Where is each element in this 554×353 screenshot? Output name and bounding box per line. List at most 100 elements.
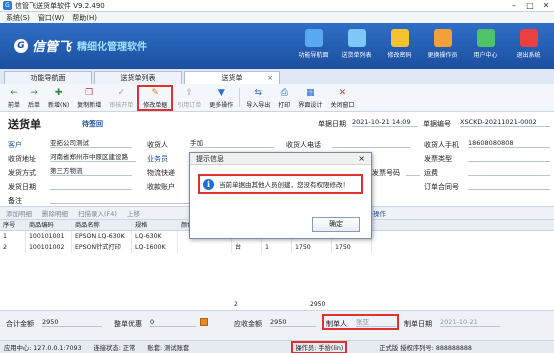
- doc-date-field[interactable]: 2021-10-21 14:09: [352, 117, 418, 127]
- toolbar-divider: [239, 88, 241, 107]
- print-button[interactable]: ⎙ 打印: [274, 85, 294, 111]
- invoice-no-field[interactable]: [406, 166, 420, 176]
- col-spec[interactable]: 规格: [132, 220, 178, 230]
- close-tab-button[interactable]: ✕ 关闭窗口: [326, 85, 358, 111]
- doc-no-label: 单据编号: [423, 120, 451, 128]
- globe-icon: [476, 29, 495, 47]
- connection-status: 连接状态: 正常: [93, 344, 136, 352]
- receiver-phone-field[interactable]: [332, 138, 410, 148]
- table-row[interactable]: 2 100101002 EPSON针式打印 LQ-1600K 台 1 1750 …: [0, 242, 554, 253]
- info-icon: i: [203, 178, 214, 190]
- freight-label: 运费: [424, 169, 438, 177]
- top-nav: 功能导航面 送货单列表 修改密码 更换操作员 用户中心 退出系统: [292, 25, 550, 59]
- approve-button[interactable]: ✓ 审核开单: [105, 85, 137, 111]
- order-no-label: 订单合同号: [424, 183, 459, 191]
- nav-switch-operator[interactable]: 更换操作员: [421, 25, 464, 59]
- menu-system[interactable]: 系统(S): [6, 13, 30, 23]
- tab-delivery-note[interactable]: 送货单 ×: [184, 71, 280, 84]
- discount-label: 整单优惠: [114, 320, 142, 328]
- next-doc-button[interactable]: → 后单: [24, 85, 44, 111]
- customer-field[interactable]: 亚拓公司测试: [50, 138, 132, 148]
- nav-exit[interactable]: 退出系统: [507, 25, 550, 59]
- menu-help[interactable]: 帮助(H): [72, 13, 97, 23]
- window-title: 信管飞送货单软件 V9.2.490: [15, 1, 105, 10]
- total-amount: 2950: [310, 301, 326, 308]
- layout-icon: ▦: [306, 87, 315, 98]
- make-date-label: 制单日期: [404, 320, 432, 328]
- freight-field[interactable]: [468, 166, 550, 176]
- ship-date-field[interactable]: [50, 180, 132, 190]
- col-name[interactable]: 商品名称: [72, 220, 132, 230]
- user-icon: [433, 29, 452, 47]
- dialog-message-box: i 当前单据由其他人员创建，您没有权限修改！: [198, 174, 363, 194]
- ship-method-field[interactable]: 第三方物流: [50, 166, 132, 176]
- nav-change-password[interactable]: 修改密码: [378, 25, 421, 59]
- status-bar: 应用中心: 127.0.0.1:7093 连接状态: 正常 账套: 测试账套 操…: [0, 340, 554, 353]
- nav-user-center[interactable]: 用户中心: [464, 25, 507, 59]
- nav-function-panel[interactable]: 功能导航面: [292, 25, 335, 59]
- col-code[interactable]: 商品编码: [26, 220, 72, 230]
- operator-status: 操作员: 手拾(lin): [291, 340, 348, 353]
- brand-logo: G 信管飞 精细化管理软件: [14, 36, 147, 55]
- power-icon: [519, 29, 538, 47]
- import-export-icon: ⇆: [254, 87, 263, 98]
- total-label: 合计金额: [6, 320, 34, 328]
- brand-name: 信管飞: [32, 40, 72, 55]
- chevron-down-icon: ▼: [217, 87, 225, 98]
- app-banner: G 信管飞 精细化管理软件 功能导航面 送货单列表 修改密码 更换操作员 用户中…: [0, 23, 554, 69]
- form-title: 送货单: [8, 118, 41, 131]
- menu-bar: 系统(S) 窗口(W) 帮助(H): [0, 12, 554, 23]
- discount-field[interactable]: 0: [150, 317, 196, 327]
- ship-method-label: 发货方式: [8, 169, 36, 177]
- order-no-field[interactable]: [468, 180, 550, 190]
- total-qty: 2: [234, 301, 238, 308]
- tab-delivery-list[interactable]: 送货单列表: [94, 71, 182, 84]
- salesman-label: 业务员: [147, 155, 168, 163]
- doc-no-field[interactable]: XSCKD-20211021-0002: [460, 117, 550, 127]
- app-icon: G: [3, 1, 12, 10]
- contact-phone-field[interactable]: 18608080808: [468, 138, 550, 148]
- ok-button[interactable]: 确定: [312, 217, 360, 232]
- info-dialog: 提示信息 × i 当前单据由其他人员创建，您没有权限修改！ 确定: [189, 152, 372, 239]
- check-icon: ✓: [117, 87, 125, 98]
- address-field[interactable]: 河南省郑州市中原区建设路: [50, 152, 136, 162]
- customer-label: 客户: [8, 141, 22, 149]
- import-export-button[interactable]: ⇆ 导入导出: [242, 85, 274, 111]
- close-window-button[interactable]: ✕: [538, 1, 554, 10]
- delete-detail-button[interactable]: 删除明细: [42, 208, 68, 218]
- nav-delivery-list[interactable]: 送货单列表: [335, 25, 378, 59]
- title-bar: G 信管飞送货单软件 V9.2.490 – □ ✕: [0, 0, 554, 12]
- prev-doc-button[interactable]: ← 前单: [4, 85, 24, 111]
- total-field: 2950: [42, 317, 102, 327]
- brand-slogan: 精细化管理软件: [77, 42, 148, 53]
- maximize-button[interactable]: □: [522, 1, 538, 10]
- quote-order-button[interactable]: ⇪ 引用订单: [173, 85, 205, 111]
- ui-design-button[interactable]: ▦ 界面设计: [294, 85, 326, 111]
- tab-function-panel[interactable]: 功能导航面: [4, 71, 92, 84]
- move-up-button[interactable]: 上移: [127, 208, 140, 218]
- invoice-type-field[interactable]: [468, 152, 550, 162]
- more-actions-button[interactable]: ▼ 更多操作: [205, 85, 237, 111]
- tab-close-icon[interactable]: ×: [267, 72, 273, 84]
- dialog-close-icon[interactable]: ×: [358, 153, 365, 165]
- minimize-button[interactable]: –: [506, 1, 522, 10]
- copy-icon: ❐: [85, 87, 94, 98]
- receiver-label: 收货人: [147, 141, 168, 149]
- add-detail-button[interactable]: 添加明细: [6, 208, 32, 218]
- scan-input-button[interactable]: 扫描录入(F4): [78, 208, 117, 218]
- discount-checkbox[interactable]: [200, 318, 208, 326]
- copy-new-button[interactable]: ❐ 复制新增: [73, 85, 105, 111]
- plus-icon: ✚: [54, 87, 63, 98]
- printer-icon: ⎙: [280, 87, 288, 98]
- invoice-no-label: 发票号码: [372, 169, 400, 177]
- menu-window[interactable]: 窗口(W): [38, 13, 64, 23]
- make-date-field: 2021-10-21: [440, 317, 500, 327]
- monitor-icon: [304, 29, 323, 47]
- logistics-label: 物流快递: [147, 169, 175, 177]
- edit-doc-button[interactable]: ✎ 修改单据: [137, 85, 174, 111]
- app-center-status: 应用中心: 127.0.0.1:7093: [4, 344, 82, 352]
- new-doc-button[interactable]: ✚ 新增(N): [44, 85, 73, 111]
- col-seq[interactable]: 序号: [0, 220, 26, 230]
- invoice-type-label: 发票类型: [424, 155, 452, 163]
- receiver-field[interactable]: 手加: [190, 138, 274, 148]
